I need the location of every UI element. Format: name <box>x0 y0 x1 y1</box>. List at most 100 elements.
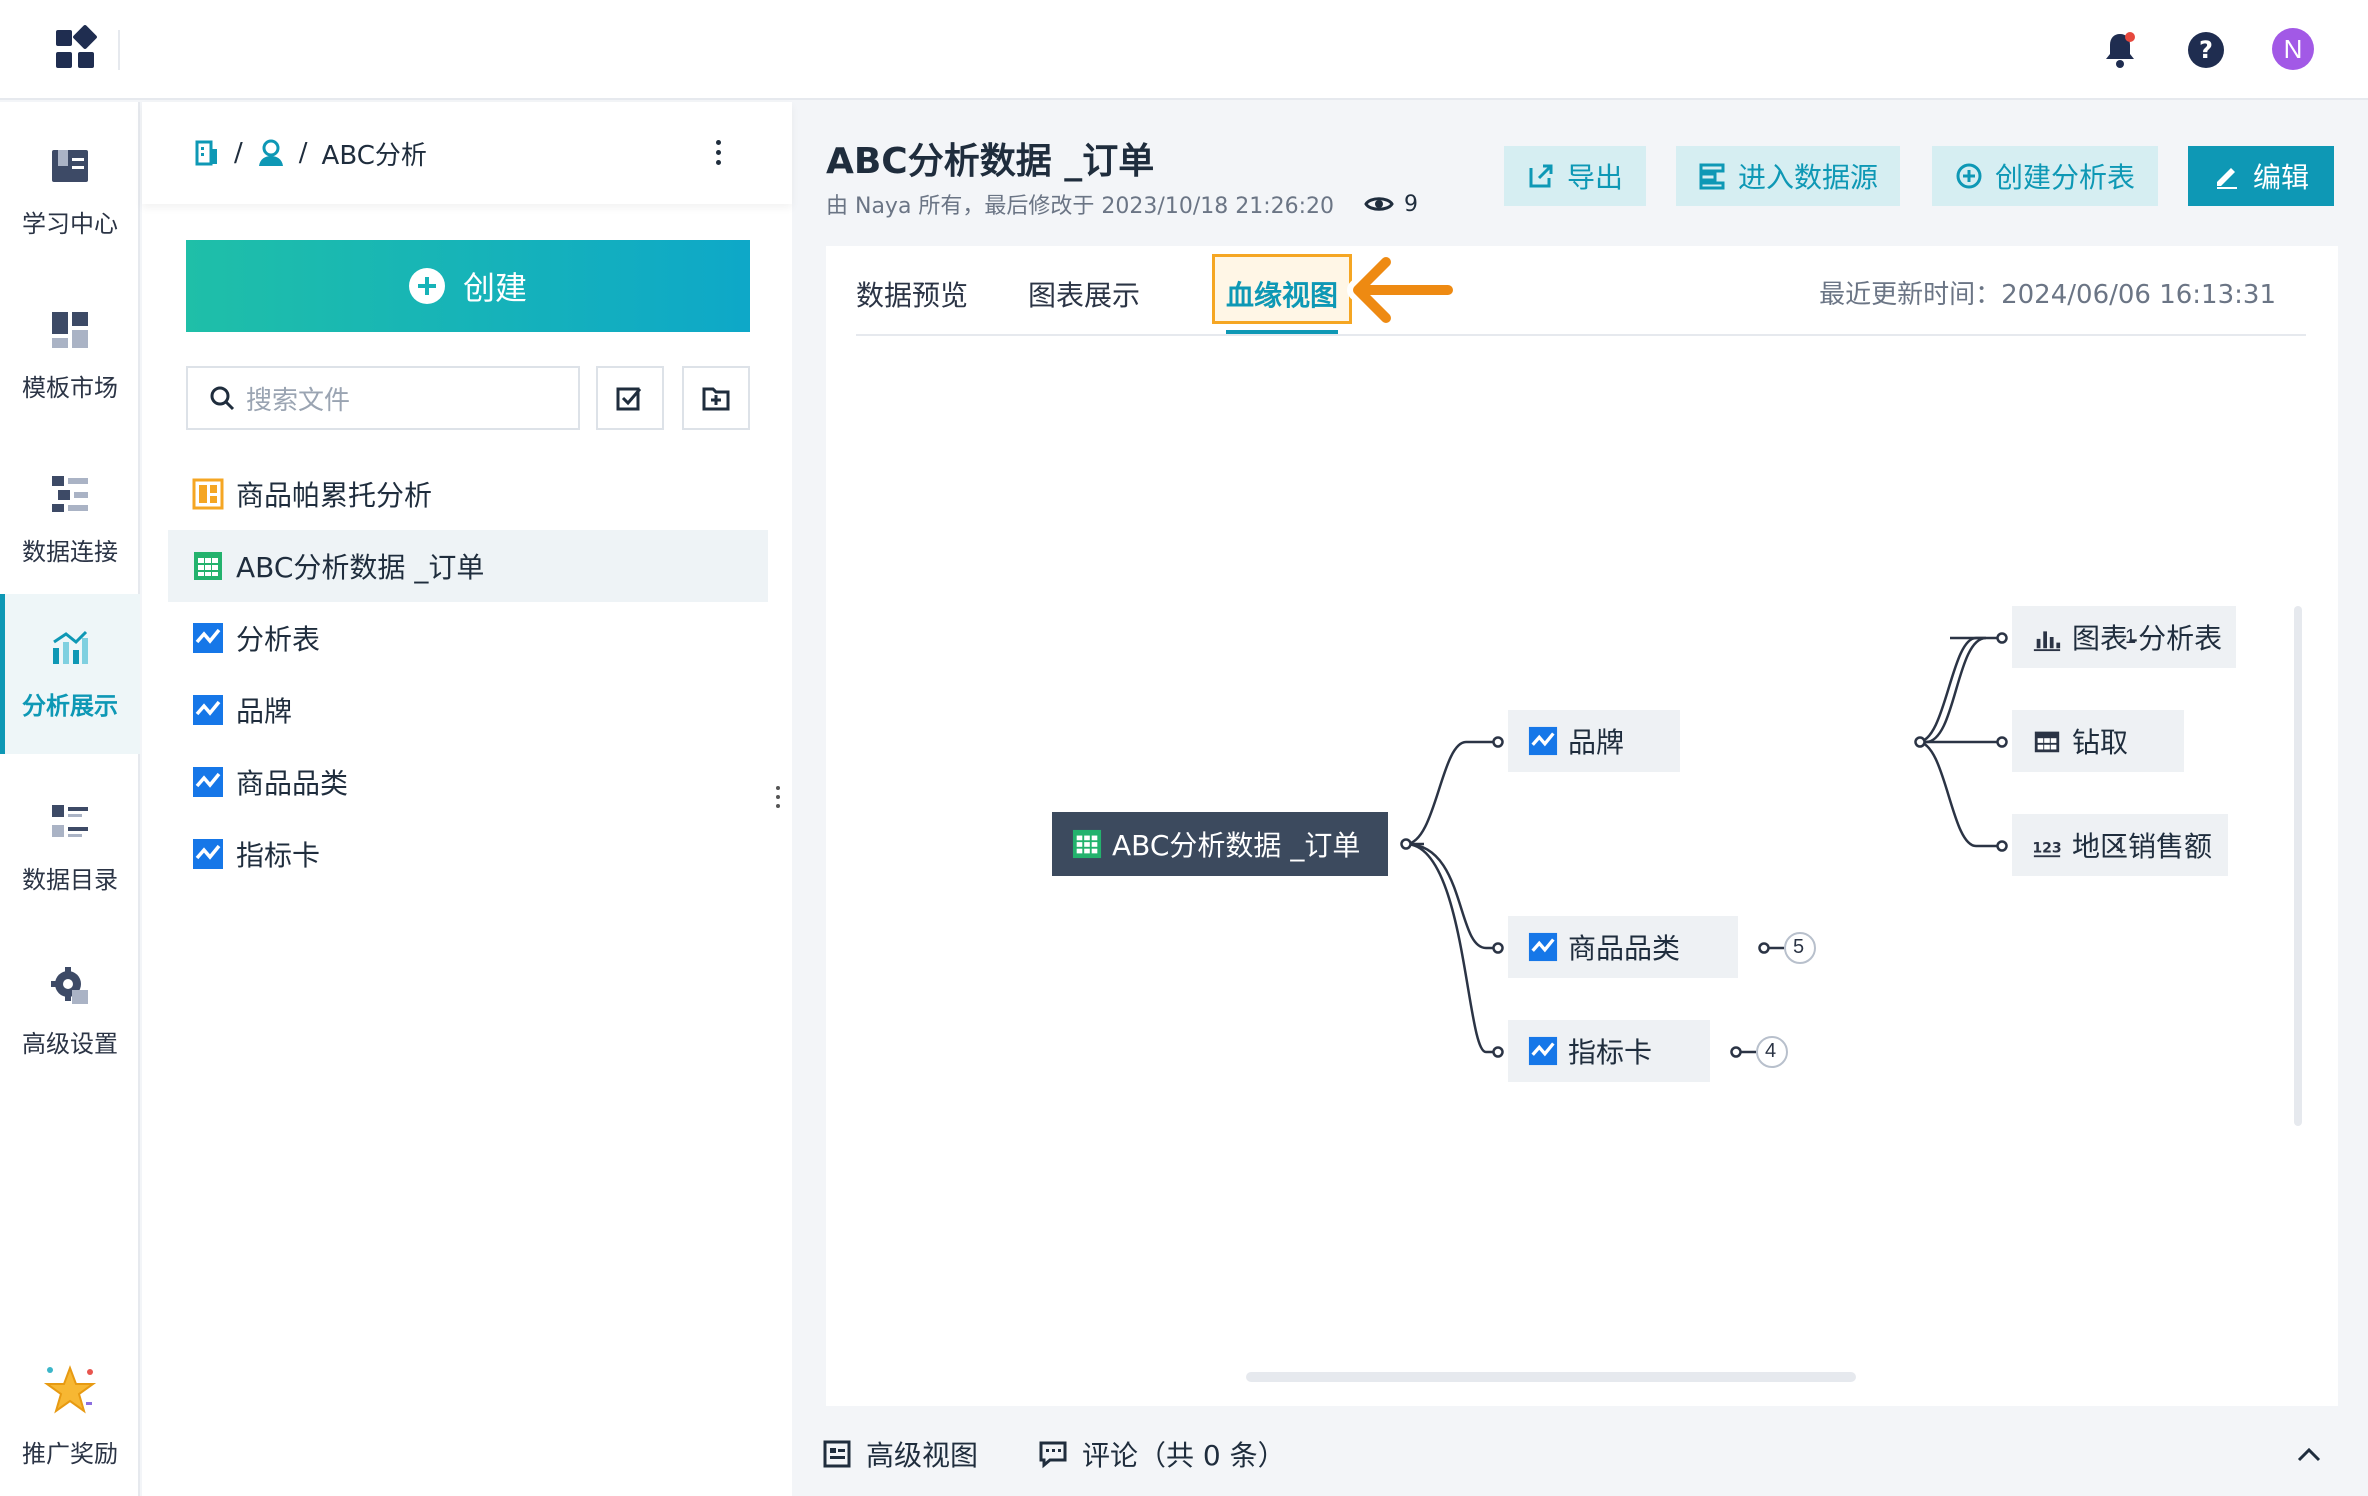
node-label: ABC分析数据 _订单 <box>1112 829 1361 862</box>
tab-data-preview[interactable]: 数据预览 <box>856 274 968 314</box>
plus-circle-icon <box>1956 163 1982 189</box>
batch-select-button[interactable] <box>596 366 664 430</box>
star-icon <box>43 1365 97 1414</box>
nav-promotion-reward[interactable]: 推广奖励 <box>0 1362 140 1469</box>
nav-data-connection[interactable]: 数据连接 <box>0 440 140 600</box>
nav-label: 分析展示 <box>22 691 118 720</box>
bell-icon[interactable] <box>2098 28 2142 72</box>
breadcrumb: / / ABC分析 <box>142 102 792 204</box>
node-label: 地区销售额 <box>2072 830 2213 863</box>
list-item[interactable]: 指标卡 <box>168 818 768 890</box>
file-name: 分析表 <box>236 623 321 656</box>
book-icon <box>50 146 90 186</box>
view-tabs: 数据预览 图表展示 血缘视图 最近更新时间：2024/06/06 16:13:3… <box>856 246 2306 336</box>
new-folder-button[interactable] <box>682 366 750 430</box>
template-icon <box>50 310 90 350</box>
table-icon <box>1072 829 1102 859</box>
folder-add-icon <box>702 387 730 411</box>
nav-label: 数据目录 <box>22 865 118 894</box>
nav-label: 数据连接 <box>22 537 118 566</box>
table-icon <box>194 552 222 580</box>
nav-learning-center[interactable]: 学习中心 <box>0 112 140 272</box>
advanced-view-icon <box>823 1440 851 1468</box>
panel-resize-handle[interactable] <box>776 786 780 808</box>
lineage-node-chart-table[interactable]: 图表-分析表 <box>2012 606 2236 668</box>
last-update-time: 最近更新时间：2024/06/06 16:13:31 <box>1819 280 2276 310</box>
lineage-node-brand[interactable]: 品牌 <box>1508 710 1680 772</box>
nav-template-market[interactable]: 模板市场 <box>0 276 140 436</box>
advanced-view-button[interactable]: 高级视图 <box>822 1434 978 1474</box>
lineage-node-category[interactable]: 商品品类 <box>1508 916 1738 978</box>
enter-datasource-button[interactable]: 进入数据源 <box>1676 146 1900 206</box>
create-button[interactable]: 创建 <box>186 240 750 332</box>
analysis-table-icon <box>193 839 223 869</box>
nav-data-catalog[interactable]: 数据目录 <box>0 768 140 928</box>
list-item[interactable]: ABC分析数据 _订单 <box>168 530 768 602</box>
tab-lineage-view[interactable]: 血缘视图 <box>1226 274 1338 314</box>
node-label: 钻取 <box>2072 726 2129 759</box>
edit-button[interactable]: 编辑 <box>2188 146 2334 206</box>
create-analysis-table-button[interactable]: 创建分析表 <box>1932 146 2158 206</box>
tab-chart-display[interactable]: 图表展示 <box>1028 274 1140 314</box>
analysis-table-icon <box>1528 1036 1558 1066</box>
analysis-table-icon <box>193 695 223 725</box>
chevron-up-icon[interactable] <box>2294 1440 2324 1470</box>
breadcrumb-current[interactable]: ABC分析 <box>322 135 427 172</box>
file-panel: / / ABC分析 创建 搜索文件 商品帕累托分析 ABC分析数据 _订单 分析… <box>142 102 792 1496</box>
lineage-node-kpi-card[interactable]: 指标卡 <box>1508 1020 1710 1082</box>
catalog-icon <box>50 802 90 842</box>
app-menu-icon[interactable] <box>56 24 98 70</box>
count-badge: 4 <box>1765 1040 1777 1062</box>
top-bar: ? N <box>0 0 2368 100</box>
search-icon <box>210 386 235 411</box>
file-name: ABC分析数据 _订单 <box>236 551 485 584</box>
export-button[interactable]: 导出 <box>1504 146 1646 206</box>
list-item[interactable]: 分析表 <box>168 602 768 674</box>
more-icon[interactable] <box>708 132 728 172</box>
comments-button[interactable]: 评论（共 0 条） <box>1038 1434 1286 1474</box>
nav-analysis-display[interactable]: 分析展示 <box>0 594 140 754</box>
building-icon[interactable] <box>194 139 220 167</box>
file-name: 指标卡 <box>236 839 321 872</box>
settings-gear-icon <box>50 966 90 1006</box>
user-avatar[interactable]: N <box>2272 28 2314 70</box>
list-item[interactable]: 商品帕累托分析 <box>168 458 768 530</box>
divider <box>118 30 120 70</box>
user-icon[interactable] <box>257 139 285 167</box>
create-analysis-table-label: 创建分析表 <box>1994 161 2135 194</box>
list-item[interactable]: 品牌 <box>168 674 768 746</box>
count-badge: 5 <box>1793 936 1805 958</box>
vertical-scrollbar[interactable] <box>2294 606 2302 1126</box>
active-tab-underline <box>1226 330 1338 334</box>
export-icon <box>1529 164 1553 188</box>
help-icon[interactable]: ? <box>2184 28 2228 72</box>
create-label: 创建 <box>462 269 527 307</box>
lineage-graph: ABC分析数据 _订单 品牌 图表-分析表 1 钻取 123 地区销售额 1 商… <box>826 246 2338 1406</box>
analysis-table-icon <box>193 623 223 653</box>
comment-icon <box>1039 1441 1067 1469</box>
file-name: 商品帕累托分析 <box>236 479 433 512</box>
data-connect-icon <box>50 474 90 514</box>
horizontal-scrollbar[interactable] <box>1246 1372 1856 1382</box>
nav-advanced-settings[interactable]: 高级设置 <box>0 932 140 1092</box>
list-item[interactable]: 商品品类 <box>168 746 768 818</box>
nav-label: 模板市场 <box>22 373 118 402</box>
datasource-icon <box>1699 163 1725 190</box>
edit-label: 编辑 <box>2252 161 2309 194</box>
file-name: 品牌 <box>236 695 293 728</box>
comments-label: 评论（共 0 条） <box>1082 1439 1286 1472</box>
owner-modified-info: 由 Naya 所有，最后修改于 2023/10/18 21:26:20 <box>826 194 1335 219</box>
main-content: ABC分析数据 _订单 由 Naya 所有，最后修改于 2023/10/18 2… <box>794 102 2368 1496</box>
checkbox-edit-icon <box>616 387 642 411</box>
node-label: 图表-分析表 <box>2072 622 2223 655</box>
file-name: 商品品类 <box>236 767 349 800</box>
search-input[interactable]: 搜索文件 <box>186 366 580 430</box>
export-label: 导出 <box>1566 161 1623 194</box>
count-badge: 1 <box>2125 626 2137 648</box>
analysis-icon <box>50 628 90 668</box>
lineage-node-root[interactable]: ABC分析数据 _订单 <box>1052 812 1388 876</box>
nav-label: 高级设置 <box>22 1029 118 1058</box>
pencil-icon <box>2216 168 2237 189</box>
lineage-node-drill[interactable]: 钻取 <box>2012 710 2184 772</box>
node-label: 品牌 <box>1568 726 1625 759</box>
